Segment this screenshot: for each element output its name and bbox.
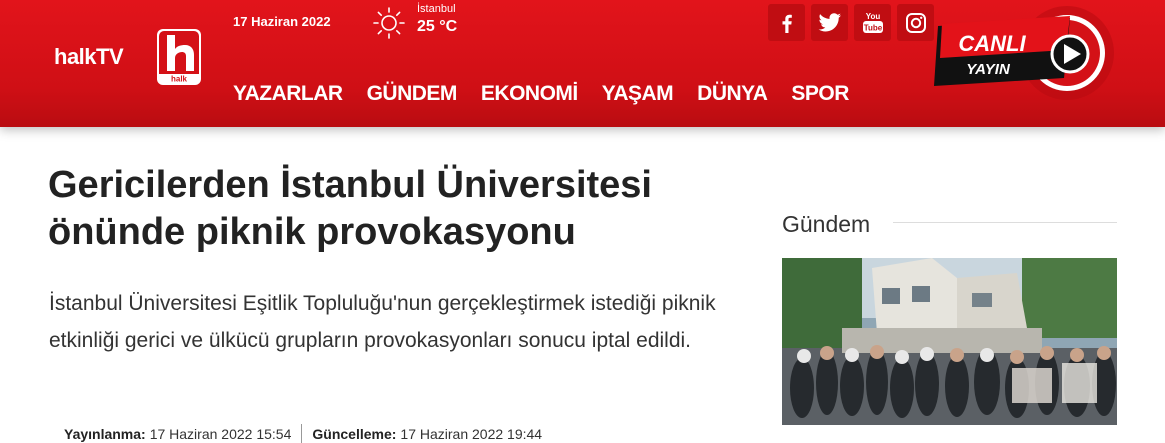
nav-spor[interactable]: SPOR bbox=[791, 82, 849, 106]
header-date: 17 Haziran 2022 bbox=[233, 14, 331, 29]
youtube-button[interactable]: You Tube bbox=[854, 4, 891, 41]
twitter-icon bbox=[818, 12, 841, 31]
article-headline: Gericilerden İstanbul Üniversitesi önünd… bbox=[48, 164, 652, 253]
instagram-button[interactable] bbox=[897, 4, 934, 41]
sidebar-title: Gündem bbox=[782, 211, 871, 237]
halktv-logo-icon[interactable]: halk bbox=[155, 27, 205, 89]
article-meta: Yayınlanma: 17 Haziran 2022 15:54 Güncel… bbox=[64, 424, 542, 443]
live-label-yayin: YAYIN bbox=[966, 61, 1011, 78]
published-label: Yayınlanma: bbox=[64, 426, 146, 442]
main-nav: YAZARLAR GÜNDEM EKONOMİ YAŞAM DÜNYA SPOR bbox=[233, 82, 873, 106]
article-lede: İstanbul Üniversitesi Eşitlik Topluluğu'… bbox=[49, 292, 716, 352]
nav-yasam[interactable]: YAŞAM bbox=[602, 82, 674, 106]
site-logo-text[interactable]: halkTV bbox=[54, 44, 124, 70]
facebook-icon bbox=[782, 14, 792, 33]
site-header: halkTV halk 17 Haziran 2022 İstanbul 25 … bbox=[0, 0, 1165, 127]
updated-label: Güncelleme: bbox=[312, 426, 397, 442]
live-broadcast-button[interactable]: CANLI YAYIN bbox=[930, 4, 1120, 104]
svg-text:You: You bbox=[865, 12, 880, 21]
instagram-icon bbox=[905, 12, 926, 33]
nav-gundem[interactable]: GÜNDEM bbox=[367, 82, 458, 106]
published-date: 17 Haziran 2022 15:54 bbox=[149, 426, 292, 442]
svg-text:Tube: Tube bbox=[863, 23, 882, 32]
facebook-button[interactable] bbox=[768, 4, 805, 41]
nav-yazarlar[interactable]: YAZARLAR bbox=[233, 82, 343, 106]
weather-temp: 25 °C bbox=[417, 18, 458, 35]
live-label-canli: CANLI bbox=[958, 31, 1026, 56]
logo-small-text: halk bbox=[171, 75, 188, 84]
nav-ekonomi[interactable]: EKONOMİ bbox=[481, 82, 578, 106]
sun-icon bbox=[373, 7, 405, 39]
meta-divider bbox=[301, 424, 303, 443]
weather-city: İstanbul bbox=[417, 3, 456, 15]
sidebar-news-image[interactable] bbox=[782, 258, 1117, 425]
sidebar-divider bbox=[893, 222, 1117, 223]
youtube-icon: You Tube bbox=[862, 12, 883, 33]
nav-dunya[interactable]: DÜNYA bbox=[697, 82, 768, 106]
updated-date: 17 Haziran 2022 19:44 bbox=[400, 426, 543, 442]
twitter-button[interactable] bbox=[811, 4, 848, 41]
